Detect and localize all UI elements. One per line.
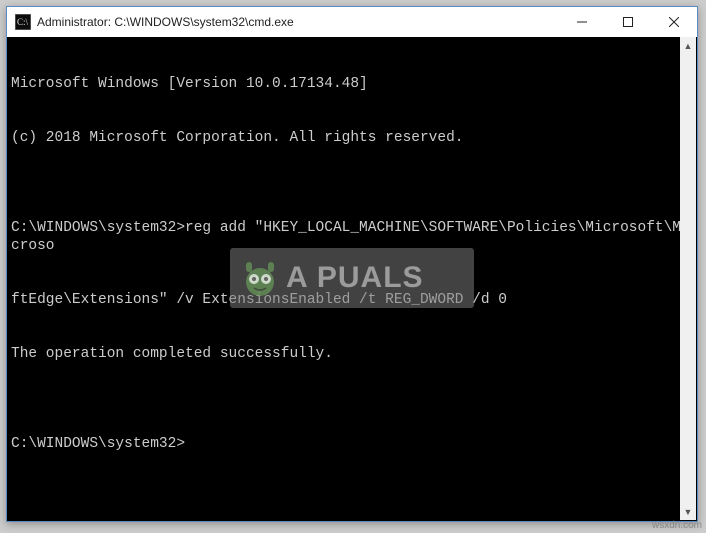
prompt: C:\WINDOWS\system32> bbox=[11, 220, 185, 236]
cmd-icon: C:\ bbox=[15, 14, 31, 30]
mascot-icon bbox=[238, 256, 282, 300]
window-controls bbox=[559, 7, 697, 37]
scroll-up-icon[interactable]: ▲ bbox=[680, 37, 696, 54]
titlebar[interactable]: C:\ Administrator: C:\WINDOWS\system32\c… bbox=[7, 7, 697, 37]
scroll-track[interactable] bbox=[680, 54, 696, 503]
maximize-button[interactable] bbox=[605, 7, 651, 37]
attribution-text: wsxdn.com bbox=[652, 520, 702, 531]
vertical-scrollbar[interactable]: ▲ ▼ bbox=[680, 37, 696, 520]
console-line: The operation completed successfully. bbox=[11, 345, 693, 363]
svg-text:C:\: C:\ bbox=[17, 17, 29, 27]
console-line: Microsoft Windows [Version 10.0.17134.48… bbox=[11, 75, 693, 93]
prompt: C:\WINDOWS\system32> bbox=[11, 436, 185, 452]
console-line: C:\WINDOWS\system32> bbox=[11, 435, 693, 453]
console-line: (c) 2018 Microsoft Corporation. All righ… bbox=[11, 129, 693, 147]
watermark-text: A PUALS bbox=[286, 261, 424, 295]
window-title: Administrator: C:\WINDOWS\system32\cmd.e… bbox=[37, 15, 559, 29]
watermark: A PUALS bbox=[230, 248, 474, 308]
scroll-down-icon[interactable]: ▼ bbox=[680, 503, 696, 520]
minimize-button[interactable] bbox=[559, 7, 605, 37]
close-button[interactable] bbox=[651, 7, 697, 37]
